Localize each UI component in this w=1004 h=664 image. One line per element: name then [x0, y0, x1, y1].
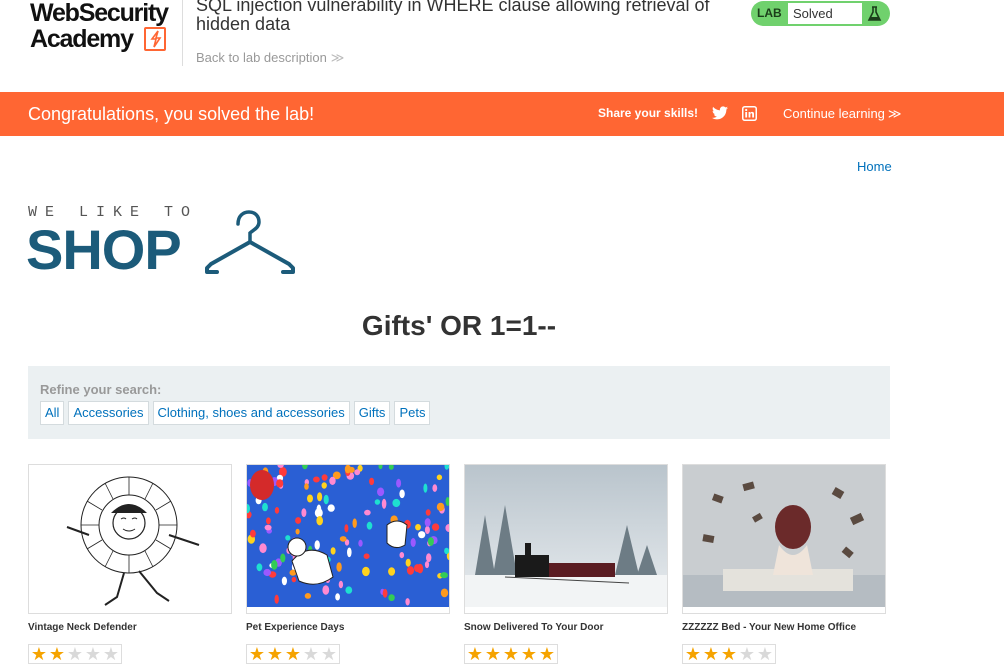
logo-line1: WebSecurity: [30, 0, 169, 27]
star-filled-icon: ★: [284, 644, 302, 664]
star-empty-icon: ★: [302, 644, 320, 664]
star-empty-icon: ★: [102, 644, 120, 664]
linkedin-icon[interactable]: [742, 106, 757, 121]
product-name: Pet Experience Days: [246, 622, 345, 633]
product-name: ZZZZZZ Bed - Your New Home Office: [682, 622, 857, 633]
star-filled-icon: ★: [538, 644, 556, 664]
congratulations-message: Congratulations, you solved the lab!: [28, 104, 315, 124]
refine-search-panel: Refine your search: All Accessories Clot…: [28, 366, 890, 439]
product-rating: ★ ★ ★ ★ ★: [464, 644, 558, 664]
solved-banner: Congratulations, you solved the lab! Sha…: [0, 92, 1004, 136]
product-card[interactable]: Snow Delivered To Your Door ★ ★ ★ ★ ★: [464, 464, 668, 664]
back-to-lab-description-link[interactable]: Back to lab description ≫: [196, 50, 345, 66]
star-filled-icon: ★: [248, 644, 266, 664]
star-filled-icon: ★: [48, 644, 66, 664]
product-image[interactable]: [464, 464, 668, 614]
header-divider: [182, 0, 183, 66]
star-filled-icon: ★: [266, 644, 284, 664]
product-name: Snow Delivered To Your Door: [464, 622, 604, 633]
share-skills-label: Share your skills!: [598, 106, 699, 120]
star-empty-icon: ★: [738, 644, 756, 664]
twitter-icon[interactable]: [712, 106, 728, 122]
product-image[interactable]: [682, 464, 886, 614]
star-empty-icon: ★: [756, 644, 774, 664]
product-name: Vintage Neck Defender: [28, 622, 137, 633]
flask-icon: [865, 4, 884, 23]
product-card[interactable]: ZZZZZZ Bed - Your New Home Office ★ ★ ★ ★ ★: [682, 464, 886, 664]
product-image[interactable]: [28, 464, 232, 614]
lightning-icon: [144, 27, 166, 51]
continue-learning-label: Continue learning: [783, 106, 885, 121]
back-link-label: Back to lab description: [196, 50, 327, 65]
star-filled-icon: ★: [30, 644, 48, 664]
home-link[interactable]: Home: [857, 159, 892, 174]
chevron-right-icon: ≫: [887, 106, 902, 121]
lab-status-widget: LAB Solved: [751, 1, 890, 26]
hanger-icon: [205, 210, 295, 274]
filter-all[interactable]: All: [40, 401, 65, 425]
search-results-heading: Gifts' OR 1=1--: [361, 310, 557, 341]
lab-status-label: LAB: [757, 6, 782, 20]
continue-learning-link[interactable]: Continue learning ≫: [783, 106, 902, 122]
product-rating: ★ ★ ★ ★ ★: [682, 644, 776, 664]
filter-clothing-shoes-accessories[interactable]: Clothing, shoes and accessories: [152, 401, 350, 425]
academy-header: WebSecurity Academy SQL injection vulner…: [0, 0, 1004, 92]
star-empty-icon: ★: [66, 644, 84, 664]
web-security-academy-logo[interactable]: WebSecurity Academy: [30, 0, 180, 56]
product-rating: ★ ★ ★ ★ ★: [28, 644, 122, 664]
star-filled-icon: ★: [484, 644, 502, 664]
lab-status-value: Solved: [788, 3, 862, 24]
filter-accessories[interactable]: Accessories: [68, 401, 149, 425]
star-empty-icon: ★: [320, 644, 338, 664]
product-card[interactable]: Pet Experience Days ★ ★ ★ ★ ★: [246, 464, 450, 664]
star-filled-icon: ★: [702, 644, 720, 664]
lab-title: SQL injection vulnerability in WHERE cla…: [196, 0, 710, 34]
filter-pets[interactable]: Pets: [394, 401, 431, 425]
product-rating: ★ ★ ★ ★ ★: [246, 644, 340, 664]
shop-logo: WE LIKE TO SHOP: [26, 204, 298, 281]
category-filters: All Accessories Clothing, shoes and acce…: [40, 401, 431, 425]
star-filled-icon: ★: [466, 644, 484, 664]
refine-search-label: Refine your search:: [40, 382, 162, 397]
star-empty-icon: ★: [84, 644, 102, 664]
product-image[interactable]: [246, 464, 450, 614]
filter-gifts[interactable]: Gifts: [353, 401, 391, 425]
star-filled-icon: ★: [502, 644, 520, 664]
star-filled-icon: ★: [684, 644, 702, 664]
star-filled-icon: ★: [520, 644, 538, 664]
shop-logo-word: SHOP: [26, 218, 182, 281]
product-card[interactable]: Vintage Neck Defender ★ ★ ★ ★ ★: [28, 464, 232, 664]
chevron-right-icon: ≫: [330, 50, 345, 65]
star-filled-icon: ★: [720, 644, 738, 664]
